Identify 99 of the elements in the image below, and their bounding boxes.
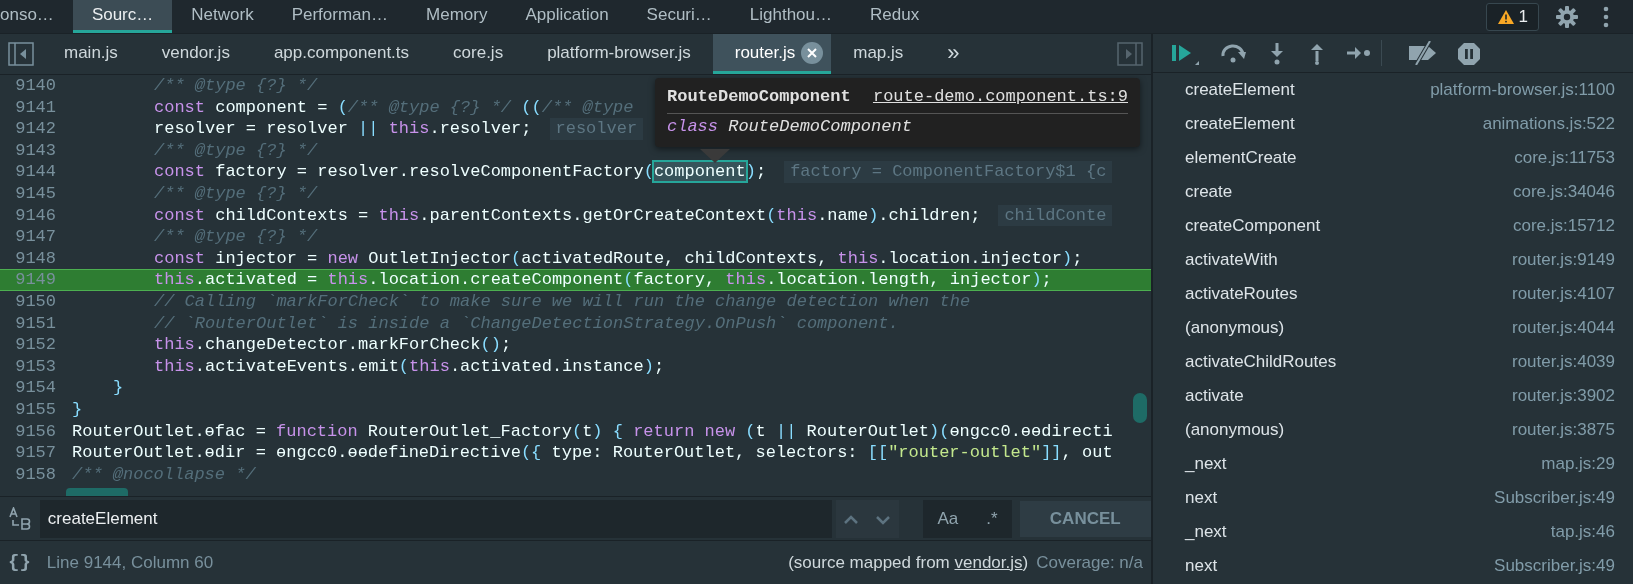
call-frame[interactable]: activateChildRoutes router.js:4039 (1153, 345, 1633, 379)
file-tab[interactable]: vendor.js (139, 34, 252, 74)
code-line: RouterOutlet.ɵdir = ɵngcc0.ɵɵdefineDirective({ type: RouterOutlet, selectors: [["router-outlet"]], out (71, 442, 1113, 464)
code-line: /** @type {?} */ (153, 139, 318, 162)
code-line: const injector = new OutletInjector(activatedRoute, childContexts, this.location.injector); (153, 247, 1083, 270)
match-case-button[interactable]: Aa (923, 500, 973, 538)
close-icon[interactable] (801, 41, 824, 64)
inline-value: childConte (998, 204, 1113, 227)
call-frame[interactable]: _next tap.js:46 (1153, 515, 1633, 549)
line-number[interactable]: 9148 (0, 247, 64, 270)
source-map-note: (source mapped from vendor.js) (788, 551, 1029, 574)
line-number[interactable]: 9157 (0, 442, 64, 464)
panel-tab[interactable]: Redux (851, 0, 939, 33)
file-tab[interactable]: app.component.ts (251, 34, 432, 74)
code-line: const component = (/** @type {?} */ ((/** @type (153, 96, 634, 119)
replace-toggle-icon[interactable] (7, 507, 32, 531)
line-number[interactable]: 9143 (0, 139, 64, 162)
line-number[interactable]: 9142 (0, 118, 64, 140)
panel-tab[interactable]: Memory (407, 0, 507, 33)
file-tab[interactable]: map.js (831, 34, 926, 74)
line-number[interactable]: 9145 (0, 182, 64, 205)
line-number[interactable]: 9158 (0, 463, 64, 486)
line-number[interactable]: 9144 (0, 161, 64, 183)
code-line: this.activateEvents.emit(this.activated.instance); (153, 355, 665, 378)
call-frame[interactable]: createElement animations.js:522 (1153, 107, 1633, 141)
call-frame[interactable]: next Subscriber.js:49 (1153, 481, 1633, 515)
scrollbar-thumb[interactable] (66, 488, 128, 496)
panel-tab[interactable]: Application (506, 0, 628, 33)
code-line: // `RouterOutlet` is inside a `ChangeDetectionStrategy.OnPush` component. (153, 312, 899, 335)
source-link[interactable]: route-demo.component.ts:9 (872, 84, 1128, 110)
previous-match-button[interactable] (835, 500, 868, 538)
call-frame[interactable]: createElement platform-browser.js:1100 (1153, 73, 1633, 107)
call-frame[interactable]: elementCreate core.js:11753 (1153, 141, 1633, 175)
panel-tab[interactable]: Performan… (272, 0, 408, 33)
source-file-link[interactable]: vendor.js (954, 552, 1023, 572)
chevron-down-icon (876, 514, 891, 525)
warning-icon (1496, 8, 1515, 25)
line-number[interactable]: 9156 (0, 420, 64, 443)
coverage-label: Coverage: n/a (1036, 551, 1143, 574)
code-line: this.changeDetector.markForCheck(); (153, 334, 512, 356)
code-line: this.activated = this.location.createComponent(factory, this.location.length, injector); (153, 269, 1052, 291)
line-number[interactable]: 9150 (0, 290, 64, 313)
call-frame[interactable]: (anonymous) router.js:4044 (1153, 311, 1633, 345)
more-tabs-button[interactable]: » (925, 34, 982, 74)
tooltip-title: RouteDemoComponent (667, 86, 851, 108)
pretty-print-button[interactable]: {} (8, 548, 31, 577)
code-line: resolver = resolver || this.resolver; (153, 118, 532, 140)
toggle-debugger-icon[interactable] (1117, 42, 1143, 66)
tooltip-signature: class RouteDemoComponent (667, 115, 913, 138)
code-line: /** @type {?} */ (153, 75, 318, 97)
line-number[interactable]: 9153 (0, 355, 64, 378)
call-frame[interactable]: create core.js:34046 (1153, 175, 1633, 209)
line-number[interactable]: 9140 (0, 75, 64, 97)
call-frame[interactable]: activateRoutes router.js:4107 (1153, 277, 1633, 311)
file-tab[interactable]: main.js (42, 34, 140, 74)
tooltip-arrow (700, 148, 730, 163)
inline-value: resolver (549, 118, 644, 140)
code-line: RouterOutlet.ɵfac = function RouterOutlet_Factory(t) { return new (t || RouterOutlet)(ɵngcc0.ɵɵdirecti (71, 420, 1113, 443)
file-tab[interactable]: platform-browser.js (525, 34, 713, 74)
search-field[interactable]: createElement (39, 500, 832, 538)
file-tab[interactable]: core.js (431, 34, 526, 74)
code-line: // Calling `markForCheck` to make sure we will run the change detection when the (153, 290, 971, 313)
panel-tab[interactable]: Sourc… (72, 0, 173, 33)
panel-tab[interactable]: Lighthou… (730, 0, 852, 33)
panel-tab[interactable]: Network (172, 0, 273, 33)
line-number[interactable]: 9147 (0, 226, 64, 248)
cursor-position: Line 9144, Column 60 (46, 551, 214, 574)
regex-button[interactable]: .* (972, 500, 1012, 538)
code-line: } (112, 377, 124, 399)
call-frame[interactable]: next Subscriber.js:49 (1153, 549, 1633, 583)
chevron-up-icon (844, 514, 859, 525)
call-frame[interactable]: _next map.js:29 (1153, 447, 1633, 481)
next-match-button[interactable] (867, 500, 900, 538)
code-line: const childContexts = this.parentContexts.getOrCreateContext(this.name).children; (153, 204, 981, 227)
line-number[interactable]: 9146 (0, 204, 64, 227)
call-frame[interactable]: activate router.js:3902 (1153, 379, 1633, 413)
line-number[interactable]: 9141 (0, 96, 64, 119)
call-frame[interactable]: (anonymous) router.js:3875 (1153, 413, 1633, 447)
settings-icon[interactable] (1555, 4, 1579, 29)
line-number[interactable]: 9154 (0, 377, 64, 399)
code-line: /** @type {?} */ (153, 182, 318, 205)
more-options-icon[interactable] (1603, 5, 1609, 28)
scrollbar-thumb[interactable] (1133, 393, 1147, 423)
code-line: /** @nocollapse */ (71, 463, 256, 486)
warnings-button[interactable]: 1 (1485, 2, 1539, 31)
line-number[interactable]: 9151 (0, 312, 64, 335)
inline-value: factory = ComponentFactory$1 {c (784, 161, 1113, 183)
code-line: } (71, 398, 83, 421)
toggle-navigator-icon[interactable] (8, 42, 34, 66)
code-line: const factory = resolver.resolveComponentFactory(component); (153, 161, 767, 183)
pause-exceptions-icon[interactable] (1456, 41, 1482, 66)
panel-tab[interactable]: onso… (0, 0, 73, 33)
file-tab[interactable]: router.js (712, 34, 832, 74)
panel-tab[interactable]: Securi… (627, 0, 731, 33)
line-number[interactable]: 9152 (0, 334, 64, 356)
line-number[interactable]: 9155 (0, 398, 64, 421)
call-frame[interactable]: createComponent core.js:15712 (1153, 209, 1633, 243)
call-frame[interactable]: activateWith router.js:9149 (1153, 243, 1633, 277)
code-line: /** @type {?} */ (153, 226, 318, 248)
